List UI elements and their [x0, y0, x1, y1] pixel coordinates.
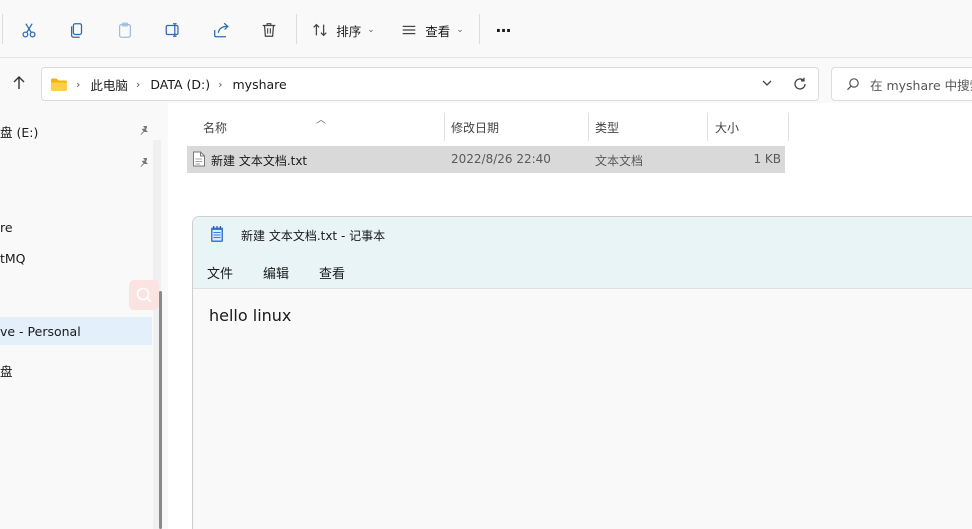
column-header-name[interactable]: 名称	[203, 113, 227, 141]
column-header-label: 大小	[715, 120, 740, 135]
view-label: 查看	[425, 23, 451, 39]
rename-button[interactable]	[158, 14, 188, 46]
search-icon	[136, 287, 152, 303]
nav-item-disk[interactable]: 盘	[0, 356, 152, 384]
address-bar[interactable]: › 此电脑 › DATA (D:) › myshare	[41, 67, 819, 101]
paste-button[interactable]	[110, 14, 140, 46]
column-header-label: 修改日期	[451, 120, 500, 135]
sort-label: 排序	[336, 23, 362, 39]
column-header-label: 类型	[595, 120, 620, 135]
chevron-right-icon: ›	[218, 77, 223, 91]
notepad-content: hello linux	[209, 306, 292, 325]
nav-item-mq[interactable]: tMQ	[0, 244, 152, 272]
view-list-icon	[402, 25, 416, 35]
pin-icon	[140, 126, 148, 135]
trash-icon	[262, 23, 276, 37]
toolbar-divider	[479, 14, 480, 44]
refresh-button[interactable]	[792, 76, 808, 95]
more-icon: ···	[495, 20, 511, 40]
column-header-size[interactable]: 大小	[715, 113, 739, 141]
notepad-icon	[211, 226, 223, 242]
file-modified: 2022/8/26 22:40	[451, 152, 551, 166]
column-divider[interactable]	[707, 113, 708, 141]
column-header-type[interactable]: 类型	[595, 113, 619, 141]
nav-item-drive-e[interactable]: 盘 (E:)	[0, 117, 152, 145]
notepad-window: 新建 文本文档.txt - 记事本 文件 编辑 查看 hello linux	[192, 216, 972, 529]
menu-view[interactable]: 查看	[319, 263, 345, 282]
nav-item-label: 盘 (E:)	[0, 124, 39, 140]
more-options-button[interactable]: ···	[488, 14, 518, 46]
sort-ascending-icon: ︿	[316, 115, 326, 126]
nav-item-label: tMQ	[0, 250, 26, 266]
file-type: 文本文档	[595, 154, 644, 168]
menu-edit[interactable]: 编辑	[263, 263, 289, 282]
nav-item-onedrive-personal[interactable]: ve - Personal	[0, 317, 152, 345]
toolbar-divider	[2, 14, 3, 44]
search-icon	[847, 78, 859, 91]
clipboard-icon	[118, 22, 132, 38]
breadcrumb-myshare[interactable]: myshare	[233, 77, 287, 92]
column-header-label: 名称	[203, 120, 228, 135]
notepad-title-bar[interactable]: 新建 文本文档.txt - 记事本	[193, 217, 972, 253]
notepad-text-area[interactable]: hello linux	[193, 289, 972, 529]
nav-item-label: re	[0, 219, 13, 235]
folder-icon	[50, 76, 68, 92]
file-size: 1 KB	[753, 152, 781, 166]
copy-button[interactable]	[62, 14, 92, 46]
floating-search-button[interactable]	[129, 280, 159, 310]
toolbar-divider	[296, 14, 297, 44]
notepad-menu-bar: 文件 编辑 查看	[193, 253, 972, 289]
notepad-title: 新建 文本文档.txt - 记事本	[241, 229, 386, 243]
chevron-down-icon	[762, 80, 772, 86]
scissors-icon	[22, 23, 36, 38]
pin-icon	[140, 158, 148, 167]
search-placeholder: 在 myshare 中搜索	[870, 77, 972, 93]
copy-icon	[70, 23, 83, 38]
breadcrumb-data-drive[interactable]: DATA (D:)	[150, 77, 210, 92]
column-header-modified[interactable]: 修改日期	[451, 113, 499, 141]
share-icon	[214, 22, 229, 38]
rename-icon	[165, 23, 179, 37]
sort-icon	[313, 23, 327, 37]
chevron-down-icon: ⌄	[367, 25, 375, 35]
nav-scrollbar-thumb[interactable]	[159, 291, 162, 529]
share-button[interactable]	[206, 14, 236, 46]
chevron-right-icon: ›	[135, 77, 141, 91]
breadcrumb-this-pc[interactable]: 此电脑	[90, 75, 128, 94]
refresh-icon	[794, 77, 806, 90]
address-history-dropdown[interactable]	[760, 76, 774, 93]
file-name: 新建 文本文档.txt	[211, 154, 308, 168]
text-file-icon	[193, 151, 205, 167]
column-divider[interactable]	[588, 113, 589, 141]
nav-item-share[interactable]: re	[0, 213, 152, 241]
column-divider[interactable]	[788, 113, 789, 141]
command-bar: 排序 ⌄ 查看 ⌄ ···	[0, 0, 972, 58]
chevron-right-icon: ›	[76, 77, 81, 91]
up-button[interactable]	[8, 72, 30, 94]
menu-file[interactable]: 文件	[207, 263, 233, 282]
column-divider[interactable]	[444, 113, 445, 141]
delete-button[interactable]	[254, 14, 284, 46]
cut-button[interactable]	[14, 14, 44, 46]
sort-button[interactable]: 排序 ⌄	[308, 14, 378, 46]
nav-item-label: 盘	[0, 363, 13, 379]
nav-item-label: ve - Personal	[0, 323, 81, 339]
view-button[interactable]: 查看 ⌄	[396, 14, 468, 46]
arrow-up-icon	[13, 76, 25, 89]
search-box[interactable]: 在 myshare 中搜索	[831, 67, 972, 101]
chevron-down-icon: ⌄	[456, 25, 464, 35]
